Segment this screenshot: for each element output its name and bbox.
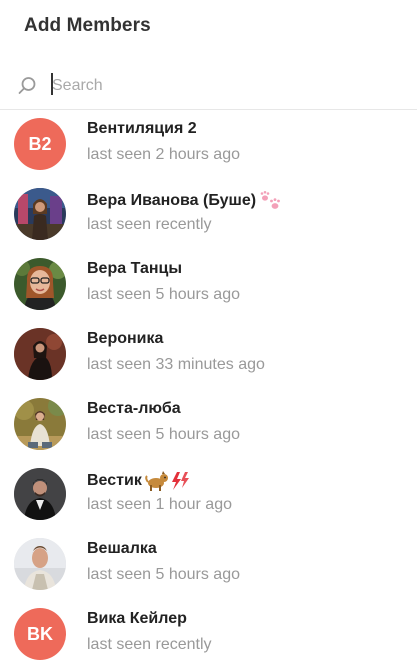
member-status: last seen 2 hours ago — [87, 146, 240, 163]
avatar — [14, 538, 66, 590]
member-status: last seen 1 hour ago — [87, 496, 232, 513]
member-name: Вешалка — [87, 540, 157, 557]
list-item[interactable]: Вероника last seen 33 minutes ago — [0, 321, 417, 391]
member-status: last seen 5 hours ago — [87, 426, 240, 443]
avatar-initials: B2 — [28, 133, 52, 154]
avatar — [14, 398, 66, 450]
page-title: Add Members — [24, 15, 151, 36]
member-name: Вероника — [87, 330, 164, 347]
dog-and-lightning-icon — [145, 471, 189, 491]
member-name: Вера Танцы — [87, 260, 183, 277]
search-icon — [18, 77, 36, 94]
member-status: last seen 5 hours ago — [87, 566, 240, 583]
member-name: Вестик — [87, 472, 142, 489]
list-item[interactable]: Вешалка last seen 5 hours ago — [0, 531, 417, 601]
member-status: last seen 5 hours ago — [87, 286, 240, 303]
list-item[interactable]: Вера Иванова (Буше) last seen recently — [0, 181, 417, 251]
list-item[interactable]: BK Вика Кейлер last seen recently — [0, 601, 417, 666]
member-name: Веста-люба — [87, 400, 181, 417]
member-status: last seen 33 minutes ago — [87, 356, 265, 373]
search-bar — [0, 62, 417, 110]
avatar: BK — [14, 608, 66, 660]
list-item[interactable]: Вестик last seen 1 hour ago — [0, 461, 417, 531]
paw-prints-icon — [260, 191, 280, 209]
avatar-initials: BK — [27, 623, 53, 644]
avatar — [14, 468, 66, 520]
avatar: B2 — [14, 118, 66, 170]
avatar — [14, 258, 66, 310]
list-item[interactable]: Вера Танцы last seen 5 hours ago — [0, 251, 417, 321]
member-list: B2 Вентиляция 2 last seen 2 hours ago Ве… — [0, 111, 417, 666]
member-name: Вера Иванова (Буше) — [87, 192, 257, 209]
list-item[interactable]: B2 Вентиляция 2 last seen 2 hours ago — [0, 111, 417, 181]
header: Add Members — [0, 0, 417, 56]
member-name: Вентиляция 2 — [87, 120, 197, 137]
list-item[interactable]: Веста-люба last seen 5 hours ago — [0, 391, 417, 461]
search-input[interactable] — [50, 71, 390, 101]
member-status: last seen recently — [87, 636, 212, 653]
member-name: Вика Кейлер — [87, 610, 187, 627]
member-status: last seen recently — [87, 216, 212, 233]
avatar — [14, 328, 66, 380]
avatar — [14, 188, 66, 240]
text-caret — [51, 73, 53, 95]
